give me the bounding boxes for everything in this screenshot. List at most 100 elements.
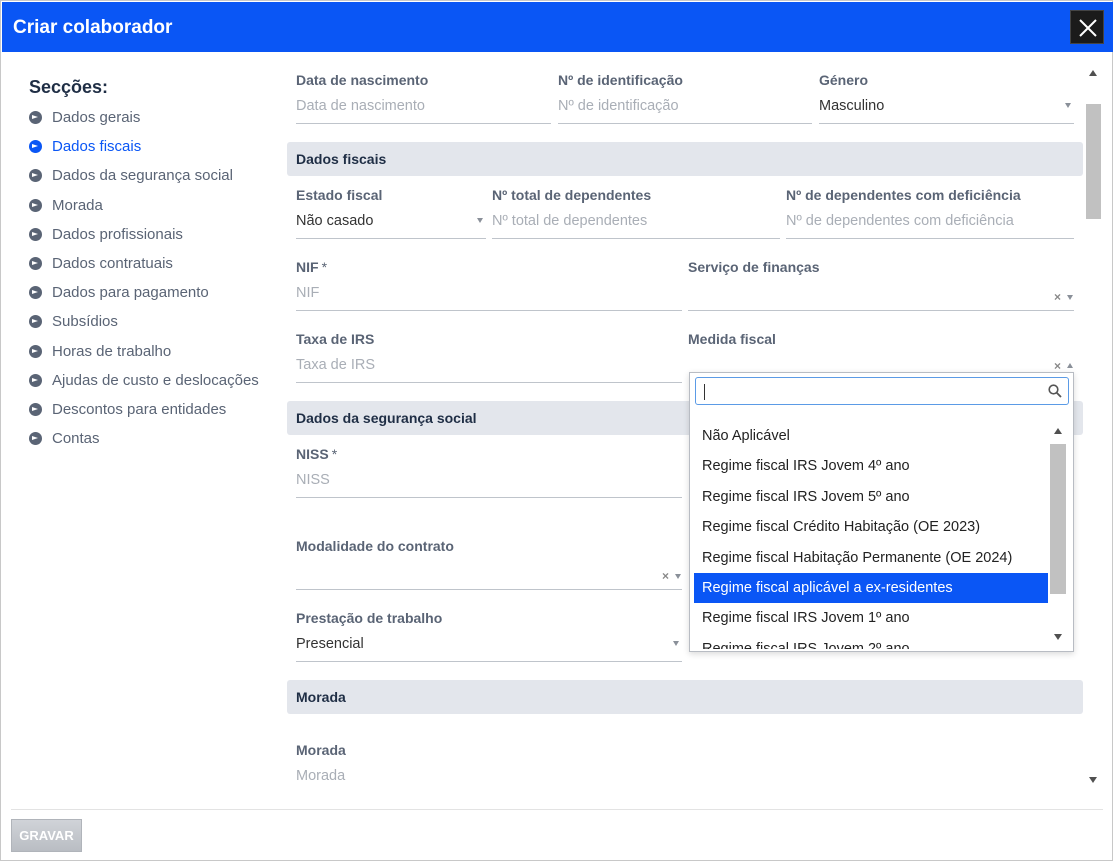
gender-select[interactable]: Masculino [819, 98, 1074, 124]
sidebar-item-9[interactable]: Ajudas de custo e deslocações [29, 371, 279, 400]
text-cursor [704, 384, 705, 400]
section-social-title: Dados da segurança social [296, 410, 477, 426]
work-mode-select[interactable]: Presencial [296, 636, 682, 662]
sidebar-item-label: Dados gerais [52, 109, 141, 126]
scroll-down-icon[interactable] [1089, 777, 1097, 783]
sidebar-item-5[interactable]: Dados contratuais [29, 254, 279, 283]
birth-date-field: Data de nascimento Data de nascimento [287, 53, 551, 125]
niss-label: NISS * [296, 446, 338, 462]
arrow-right-circle-icon [29, 402, 42, 416]
dropdown-option[interactable]: Regime fiscal IRS Jovem 1º ano [694, 603, 1048, 633]
gender-label: Género [819, 72, 869, 88]
sidebar-item-label: Contas [52, 430, 100, 448]
sidebar-item-label: Dados profissionais [52, 225, 183, 243]
address-field: Morada Morada [287, 723, 1074, 793]
finance-office-select[interactable]: × [688, 285, 1074, 311]
disabled-dependents-label: Nº de dependentes com deficiência [786, 187, 1021, 203]
sidebar-title: Secções: [29, 77, 109, 97]
fiscal-status-select[interactable]: Não casado [296, 213, 486, 239]
scroll-down-icon[interactable] [1054, 634, 1062, 640]
dialog-title: Criar colaborador [13, 17, 173, 38]
footer-divider [11, 809, 1103, 810]
section-fiscal-title: Dados fiscais [296, 151, 387, 167]
dropdown-scrollbar-thumb[interactable] [1050, 444, 1066, 594]
section-address-title: Morada [296, 689, 346, 705]
fiscal-status-value: Não casado [296, 213, 374, 229]
sidebar-item-label: Descontos para entidades [52, 400, 227, 418]
dropdown-option[interactable]: Regime fiscal IRS Jovem 5º ano [694, 482, 1048, 512]
work-mode-field: Prestação de trabalho Presencial [287, 591, 682, 663]
chevron-down-icon [673, 641, 679, 646]
nif-label: NIF * [296, 259, 328, 275]
sidebar-item-label: Horas de trabalho [52, 342, 172, 360]
scrollbar-thumb[interactable] [1086, 104, 1101, 219]
fiscal-status-label: Estado fiscal [296, 187, 383, 203]
sidebar-item-8[interactable]: Horas de trabalho [29, 342, 279, 371]
scroll-up-icon[interactable] [1054, 428, 1062, 434]
niss-field: NISS * NISS [287, 427, 682, 499]
dropdown-option[interactable]: Regime fiscal IRS Jovem 2º ano [694, 634, 1048, 649]
sidebar-item-7[interactable]: Subsídios [29, 312, 279, 341]
contract-type-select[interactable]: × [296, 564, 682, 590]
finance-office-field: Serviço de finanças × [679, 240, 1074, 312]
dropdown-scrollbar[interactable] [1049, 422, 1066, 646]
disabled-dependents-input[interactable]: Nº de dependentes com deficiência [786, 213, 1074, 239]
id-number-input[interactable]: Nº de identificação [558, 98, 812, 124]
fiscal-measure-dropdown: Não Aplicável Regime fiscal IRS Jovem 4º … [689, 372, 1074, 652]
id-number-field: Nº de identificação Nº de identificação [549, 53, 812, 125]
sidebar-item-label: Dados para pagamento [52, 284, 209, 302]
sidebar-item-label: Dados contratuais [52, 254, 173, 272]
dropdown-option[interactable]: Regime fiscal Habitação Permanente (OE 2… [694, 543, 1048, 573]
dropdown-option[interactable]: Regime fiscal IRS Jovem 4º ano [694, 451, 1048, 481]
birth-date-input[interactable]: Data de nascimento [296, 98, 551, 124]
dropdown-search-input[interactable] [695, 377, 1069, 405]
dependents-input[interactable]: Nº total de dependentes [492, 213, 780, 239]
chevron-down-icon [675, 574, 681, 579]
arrow-right-circle-icon [29, 140, 42, 154]
work-mode-label: Prestação de trabalho [296, 610, 443, 626]
dependents-field: Nº total de dependentes Nº total de depe… [483, 168, 780, 240]
sidebar-item-0[interactable]: Dados gerais [29, 108, 279, 137]
sidebar-item-2[interactable]: Dados da segurança social [29, 166, 279, 195]
chevron-up-icon [1067, 363, 1073, 368]
section-address: Morada [287, 680, 1083, 714]
sidebar-item-label: Subsídios [52, 313, 118, 331]
chevron-down-icon [1065, 103, 1071, 108]
dropdown-option[interactable]: Não Aplicável [694, 421, 1048, 451]
irs-rate-input[interactable]: Taxa de IRS [296, 357, 682, 383]
arrow-right-circle-icon [29, 286, 42, 300]
sidebar-item-6[interactable]: Dados para pagamento [29, 283, 279, 312]
dependents-label: Nº total de dependentes [492, 187, 652, 203]
dropdown-option[interactable]: Regime fiscal Crédito Habitação (OE 2023… [694, 512, 1048, 542]
close-button[interactable] [1070, 10, 1104, 44]
save-button[interactable]: GRAVAR [11, 819, 82, 852]
contract-type-label: Modalidade do contrato [296, 538, 454, 554]
disabled-dependents-field: Nº de dependentes com deficiência Nº de … [777, 168, 1074, 240]
fiscal-measure-label: Medida fiscal [688, 331, 776, 347]
sidebar-item-4[interactable]: Dados profissionais [29, 225, 279, 254]
fiscal-status-field: Estado fiscal Não casado [287, 168, 486, 240]
arrow-right-circle-icon [29, 198, 42, 212]
sidebar-item-label: Morada [52, 196, 103, 214]
chevron-down-icon [1067, 295, 1073, 300]
sidebar-item-10[interactable]: Descontos para entidades [29, 400, 279, 429]
form-scrollbar[interactable] [1084, 64, 1103, 789]
address-input[interactable]: Morada [296, 768, 1074, 793]
arrow-right-circle-icon [29, 256, 42, 270]
dialog-titlebar: Criar colaborador [2, 2, 1113, 52]
scroll-up-icon[interactable] [1089, 70, 1097, 76]
clear-icon[interactable]: × [1054, 359, 1061, 373]
niss-input[interactable]: NISS [296, 472, 682, 498]
dropdown-option[interactable]: Regime fiscal aplicável a ex-residentes [694, 572, 1048, 604]
nif-input[interactable]: NIF [296, 285, 682, 311]
arrow-right-circle-icon [29, 344, 42, 358]
clear-icon[interactable]: × [662, 569, 669, 583]
sidebar-item-1[interactable]: Dados fiscais [29, 137, 279, 166]
sidebar-item-11[interactable]: Contas [29, 429, 279, 458]
arrow-right-circle-icon [29, 373, 42, 387]
birth-date-label: Data de nascimento [296, 72, 429, 88]
gender-value: Masculino [819, 98, 885, 114]
irs-rate-label: Taxa de IRS [296, 331, 375, 347]
sidebar-item-3[interactable]: Morada [29, 196, 279, 225]
clear-icon[interactable]: × [1054, 290, 1061, 304]
